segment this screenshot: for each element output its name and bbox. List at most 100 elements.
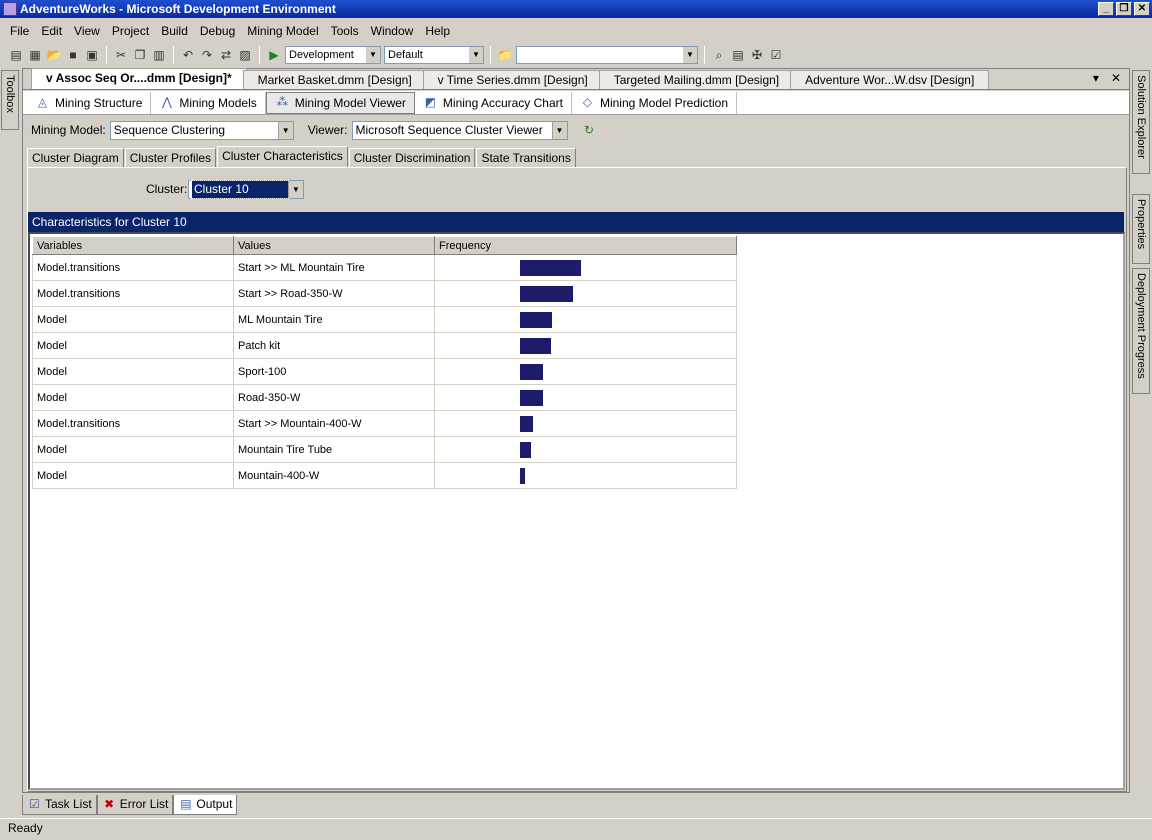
variable-cell: Model.transitions	[32, 410, 234, 437]
refresh-icon[interactable]: ↻	[582, 123, 597, 137]
characteristics-table: Variables Values Frequency Model.transit…	[32, 236, 737, 489]
table-row[interactable]: Model Mountain-400-W	[32, 462, 737, 489]
table-row[interactable]: Model Patch kit	[32, 332, 737, 359]
frequency-cell	[434, 306, 737, 333]
value-cell: Start >> Mountain-400-W	[233, 410, 435, 437]
value-cell: ML Mountain Tire	[233, 306, 435, 333]
doc-tab-assoc-seq[interactable]: v Assoc Seq Or....dmm [Design]*	[31, 68, 247, 89]
value-cell: Mountain Tire Tube	[233, 436, 435, 463]
tab-mining-accuracy-chart[interactable]: ◩ Mining Accuracy Chart	[415, 91, 572, 114]
window-title: AdventureWorks - Microsoft Development E…	[20, 2, 336, 16]
mining-models-icon: ⋀	[161, 95, 172, 109]
frequency-cell	[434, 384, 737, 411]
tab-cluster-discrimination[interactable]: Cluster Discrimination	[348, 148, 476, 167]
platform-combo[interactable]: Default ▼	[384, 46, 484, 64]
menu-tools[interactable]: Tools	[325, 20, 365, 42]
column-header-variables[interactable]: Variables	[32, 236, 234, 255]
find-combo[interactable]: ▼	[516, 46, 698, 64]
build-icon[interactable]: ▨	[237, 47, 253, 63]
copy-icon[interactable]: ❐	[132, 47, 148, 63]
tab-error-list[interactable]: ✖ Error List	[96, 795, 174, 815]
frequency-bar	[520, 390, 543, 406]
cluster-combo[interactable]: Cluster 10 ▼	[188, 180, 304, 199]
viewer-combo[interactable]: Microsoft Sequence Cluster Viewer ▼	[351, 120, 568, 140]
table-row[interactable]: Model Road-350-W	[32, 384, 737, 411]
tab-list-icon[interactable]: ▾	[1093, 71, 1099, 85]
table-row[interactable]: Model Sport-100	[32, 358, 737, 385]
close-button[interactable]: ✕	[1134, 2, 1150, 16]
frequency-bar	[520, 468, 525, 484]
tab-cluster-profiles[interactable]: Cluster Profiles	[124, 148, 217, 167]
frequency-cell	[434, 254, 737, 281]
tab-state-transitions[interactable]: State Transitions	[476, 148, 576, 167]
variable-cell: Model	[32, 384, 234, 411]
column-header-values[interactable]: Values	[233, 236, 435, 255]
menu-help[interactable]: Help	[419, 20, 456, 42]
toolbox-icon[interactable]: ✠	[749, 47, 765, 63]
table-row[interactable]: Model.transitions Start >> Mountain-400-W	[32, 410, 737, 437]
frequency-bar	[520, 312, 552, 328]
tab-mining-model-viewer[interactable]: ⁂ Mining Model Viewer	[265, 91, 415, 114]
menu-mining-model[interactable]: Mining Model	[241, 20, 324, 42]
new-project-icon[interactable]: ▤	[8, 47, 24, 63]
redo-icon[interactable]: ↷	[199, 47, 215, 63]
doc-tab-adventure-works-dsv[interactable]: Adventure Wor...W.dsv [Design]	[790, 70, 990, 89]
table-row[interactable]: Model Mountain Tire Tube	[32, 436, 737, 463]
value-cell: Patch kit	[233, 332, 435, 359]
menu-build[interactable]: Build	[155, 20, 194, 42]
solution-explorer-icon[interactable]: ⌕	[711, 47, 727, 63]
doc-tab-market-basket[interactable]: Market Basket.dmm [Design]	[242, 70, 427, 89]
cut-icon[interactable]: ✂	[113, 47, 129, 63]
viewer-label: Viewer:	[307, 123, 348, 137]
menu-debug[interactable]: Debug	[194, 20, 241, 42]
error-list-icon: ✖	[104, 797, 115, 811]
close-icon[interactable]: ✕	[1111, 71, 1121, 85]
tab-task-list[interactable]: ☑ Task List	[22, 795, 97, 815]
deployment-progress-tab[interactable]: Deployment Progress	[1132, 268, 1150, 394]
frequency-cell	[434, 436, 737, 463]
menu-file[interactable]: File	[4, 20, 35, 42]
properties-icon[interactable]: ▤	[730, 47, 746, 63]
open-icon[interactable]: 📂	[46, 47, 62, 63]
save-icon[interactable]: ■	[65, 47, 81, 63]
frequency-cell	[434, 280, 737, 307]
toolbox-tab[interactable]: Toolbox	[1, 70, 19, 130]
variable-cell: Model	[32, 462, 234, 489]
navigate-icon[interactable]: ⇄	[218, 47, 234, 63]
tab-output[interactable]: ▤ Output	[173, 795, 238, 815]
table-row[interactable]: Model ML Mountain Tire	[32, 306, 737, 333]
menu-edit[interactable]: Edit	[35, 20, 68, 42]
config-combo[interactable]: Development ▼	[285, 46, 381, 64]
frequency-cell	[434, 462, 737, 489]
find-in-files-icon[interactable]: 📁	[497, 47, 513, 63]
menu-project[interactable]: Project	[106, 20, 155, 42]
menu-window[interactable]: Window	[365, 20, 420, 42]
solution-explorer-tab[interactable]: Solution Explorer	[1132, 70, 1150, 174]
minimize-button[interactable]: _	[1098, 2, 1114, 16]
menu-view[interactable]: View	[68, 20, 106, 42]
doc-tab-time-series[interactable]: v Time Series.dmm [Design]	[422, 70, 603, 89]
variable-cell: Model	[32, 436, 234, 463]
paste-icon[interactable]: ▥	[151, 47, 167, 63]
mining-model-combo[interactable]: Sequence Clustering ▼	[109, 120, 294, 140]
table-row[interactable]: Model.transitions Start >> Road-350-W	[32, 280, 737, 307]
tools-icon[interactable]: ☑	[768, 47, 784, 63]
properties-tab[interactable]: Properties	[1132, 194, 1150, 264]
table-row[interactable]: Model.transitions Start >> ML Mountain Ti…	[32, 254, 737, 281]
add-item-icon[interactable]: ▦	[27, 47, 43, 63]
accuracy-chart-icon: ◩	[424, 95, 437, 109]
doc-tab-targeted-mailing[interactable]: Targeted Mailing.dmm [Design]	[598, 70, 795, 89]
undo-icon[interactable]: ↶	[180, 47, 196, 63]
save-all-icon[interactable]: ▣	[84, 47, 100, 63]
tab-cluster-characteristics[interactable]: Cluster Characteristics	[217, 146, 348, 167]
column-header-frequency[interactable]: Frequency	[434, 236, 737, 255]
tab-mining-model-prediction[interactable]: ◇ Mining Model Prediction	[572, 91, 738, 114]
tab-cluster-diagram[interactable]: Cluster Diagram	[27, 148, 124, 167]
status-text: Ready	[8, 821, 43, 835]
start-icon[interactable]: ▶	[266, 47, 282, 63]
mining-structure-icon: ◬	[37, 95, 48, 109]
tab-mining-structure[interactable]: ◬ Mining Structure	[27, 91, 152, 114]
restore-button[interactable]: ❐	[1116, 2, 1132, 16]
mining-model-viewer-icon: ⁂	[276, 95, 289, 109]
tab-mining-models[interactable]: ⋀ Mining Models	[151, 91, 266, 114]
